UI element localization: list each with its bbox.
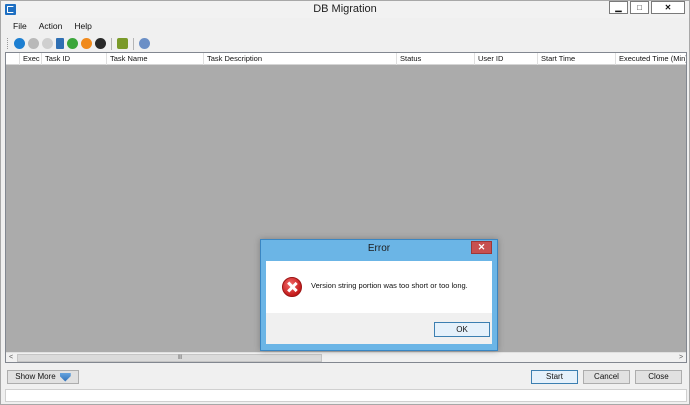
scroll-thumb[interactable]: III [17, 354, 322, 362]
col-status[interactable]: Status [397, 53, 475, 65]
col-executed-time[interactable]: Executed Time (Min) [616, 53, 686, 65]
dialog-close-button[interactable]: ✕ [471, 241, 492, 254]
minimize-button[interactable]: ▁ [609, 1, 628, 14]
col-task-id[interactable]: Task ID [42, 53, 107, 65]
stop-icon[interactable] [28, 38, 39, 49]
menu-action[interactable]: Action [33, 19, 69, 34]
col-task-description[interactable]: Task Description [204, 53, 397, 65]
run-icon[interactable] [14, 38, 25, 49]
toolbar-separator [133, 37, 134, 50]
menu-file[interactable]: File [7, 19, 33, 34]
col-exec[interactable]: Exec [20, 53, 42, 65]
col-user-id[interactable]: User ID [475, 53, 538, 65]
close-button[interactable]: Close [635, 370, 682, 384]
status-bar [5, 389, 687, 402]
error-message: Version string portion was too short or … [311, 281, 468, 290]
warning-icon[interactable] [81, 38, 92, 49]
dialog-footer: OK [266, 313, 492, 344]
toolbar-separator [111, 37, 112, 50]
grid-header: Exec Task ID Task Name Task Description … [6, 53, 686, 65]
refresh-icon[interactable] [42, 38, 53, 49]
export-icon[interactable] [117, 38, 128, 49]
menu-bar: File Action Help [1, 19, 689, 34]
title-bar[interactable]: DB Migration ▁ □ ✕ [1, 1, 689, 18]
cancel-button[interactable]: Cancel [583, 370, 630, 384]
col-select[interactable] [6, 53, 20, 65]
scroll-right-button[interactable]: > [676, 353, 686, 362]
window-close-button[interactable]: ✕ [651, 1, 685, 14]
error-icon [282, 277, 302, 297]
col-task-name[interactable]: Task Name [107, 53, 204, 65]
scroll-grip: III [178, 355, 182, 361]
window-title: DB Migration [313, 3, 377, 15]
show-more-button[interactable]: Show More [7, 370, 79, 384]
window-controls: ▁ □ ✕ [609, 1, 685, 14]
menu-help[interactable]: Help [68, 19, 97, 34]
document-icon[interactable] [56, 38, 64, 49]
dialog-title: Error [367, 243, 391, 254]
scroll-left-button[interactable]: < [6, 353, 16, 362]
check-icon[interactable] [67, 38, 78, 49]
chevron-down-icon [59, 372, 71, 382]
toolbar [1, 35, 689, 52]
horizontal-scrollbar[interactable]: < III > [6, 352, 686, 362]
col-start-time[interactable]: Start Time [538, 53, 616, 65]
toolbar-grip[interactable] [7, 38, 9, 49]
start-button[interactable]: Start [531, 370, 578, 384]
settings-icon[interactable] [139, 38, 150, 49]
main-window: DB Migration ▁ □ ✕ File Action Help Exec… [0, 0, 690, 405]
maximize-button[interactable]: □ [630, 1, 649, 14]
ok-button[interactable]: OK [434, 322, 490, 337]
info-icon[interactable] [95, 38, 106, 49]
error-dialog: Error ✕ Version string portion was too s… [260, 239, 498, 351]
show-more-label: Show More [15, 372, 56, 381]
dialog-body: Version string portion was too short or … [266, 261, 492, 313]
